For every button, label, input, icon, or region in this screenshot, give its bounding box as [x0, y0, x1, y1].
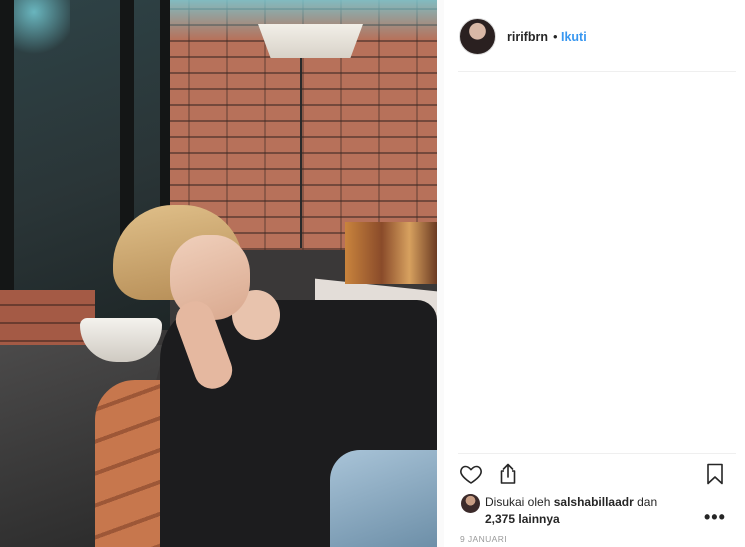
author-avatar[interactable]	[459, 18, 496, 55]
likes-count[interactable]: 2,375 lainnya	[485, 512, 560, 526]
liker-avatar[interactable]	[461, 494, 480, 513]
window-glow	[10, 0, 70, 60]
likes-conjunction: dan	[637, 495, 658, 509]
share-icon[interactable]	[496, 462, 520, 486]
more-options-button[interactable]: •••	[704, 508, 726, 526]
separator-dot: •	[553, 29, 558, 44]
actions-divider	[458, 453, 736, 454]
likes-summary: Disukai oleh salshabillaadr dan	[485, 495, 657, 509]
follow-button[interactable]: Ikuti	[561, 30, 587, 44]
window-frame-left	[0, 0, 14, 330]
author-username[interactable]: ririfbrn	[507, 30, 548, 44]
post-header: ririfbrn • Ikuti	[444, 0, 745, 72]
heart-icon[interactable]	[459, 462, 483, 486]
post-date[interactable]: 9 JANUARI	[460, 534, 507, 544]
bookmark-icon[interactable]	[703, 462, 727, 486]
menu-stand	[345, 222, 437, 284]
post-side-panel: ririfbrn • Ikuti Disukai oleh salshabill…	[444, 0, 745, 547]
ceiling-lamp	[258, 24, 363, 58]
post-photo[interactable]	[0, 0, 437, 547]
header-divider	[458, 71, 736, 72]
person-jeans	[330, 450, 437, 547]
liker-username[interactable]: salshabillaadr	[554, 495, 634, 509]
lamp-cord	[300, 58, 302, 248]
likes-prefix: Disukai oleh	[485, 495, 551, 509]
